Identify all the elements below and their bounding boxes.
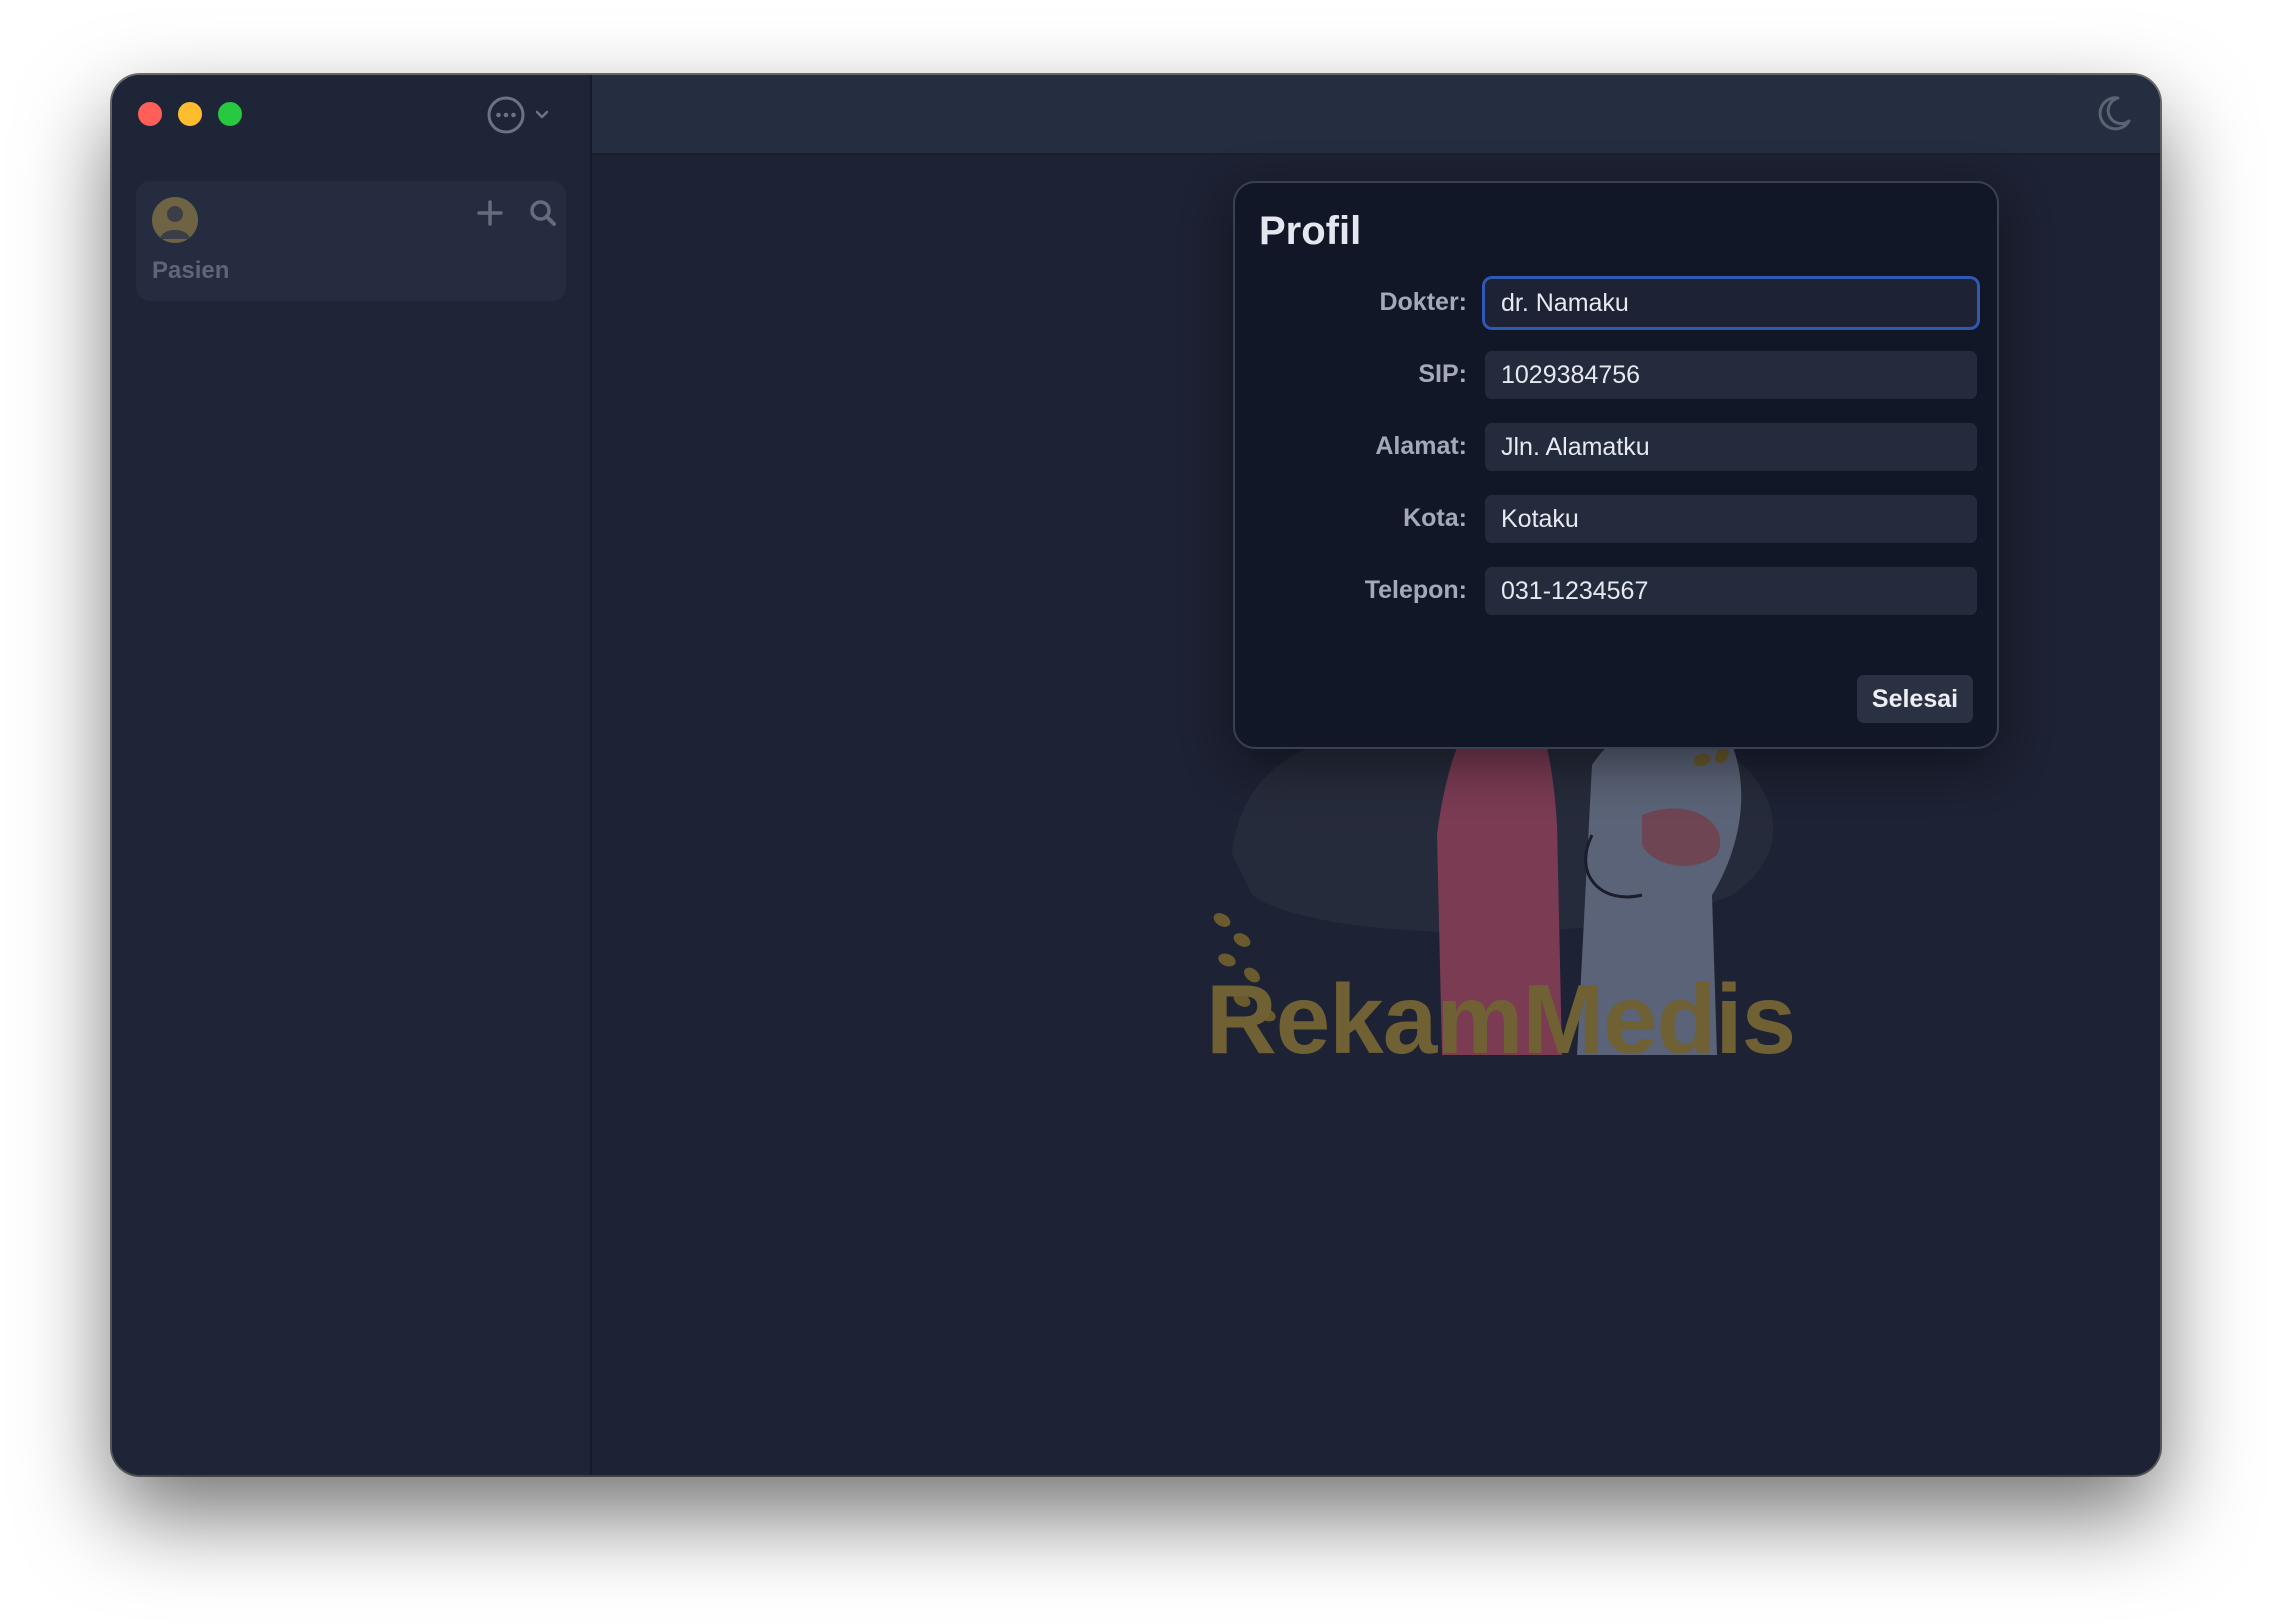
chevron-down-icon (534, 109, 550, 121)
sip-field[interactable] (1485, 351, 1977, 399)
close-window-button[interactable] (138, 102, 162, 126)
minimize-window-button[interactable] (178, 102, 202, 126)
more-menu-button[interactable] (486, 95, 550, 135)
phone-label: Telepon: (1364, 576, 1467, 604)
main-content: RekamMedis Profil Dokter: SIP: Alamat: K… (592, 75, 2160, 1475)
sidebar: Pasien (112, 75, 592, 1475)
patient-card[interactable]: Pasien (136, 181, 566, 301)
profile-dialog: Profil Dokter: SIP: Alamat: Kota: Telepo… (1233, 181, 1999, 749)
city-field[interactable] (1485, 495, 1977, 543)
done-button[interactable]: Selesai (1857, 675, 1973, 723)
person-icon (152, 197, 198, 243)
doctor-label: Dokter: (1379, 288, 1467, 316)
search-icon[interactable] (529, 199, 557, 227)
moon-icon[interactable] (2094, 93, 2134, 133)
dialog-title: Profil (1259, 209, 1362, 253)
address-field[interactable] (1485, 423, 1977, 471)
doctor-field[interactable] (1485, 279, 1977, 327)
toolbar (592, 75, 2160, 155)
plus-icon[interactable] (476, 199, 504, 227)
app-window: Pasien RekamMedis Profil Dokter: dr. Nam… (112, 75, 2160, 1475)
maximize-window-button[interactable] (218, 102, 242, 126)
patient-card-label: Pasien (152, 257, 230, 284)
brand-logo-text: RekamMedis (1206, 964, 1796, 1074)
ellipsis-circle-icon (486, 95, 526, 135)
sip-label: SIP: (1418, 360, 1467, 388)
city-label: Kota: (1403, 504, 1467, 532)
address-label: Alamat: (1375, 432, 1467, 460)
phone-field[interactable] (1485, 567, 1977, 615)
